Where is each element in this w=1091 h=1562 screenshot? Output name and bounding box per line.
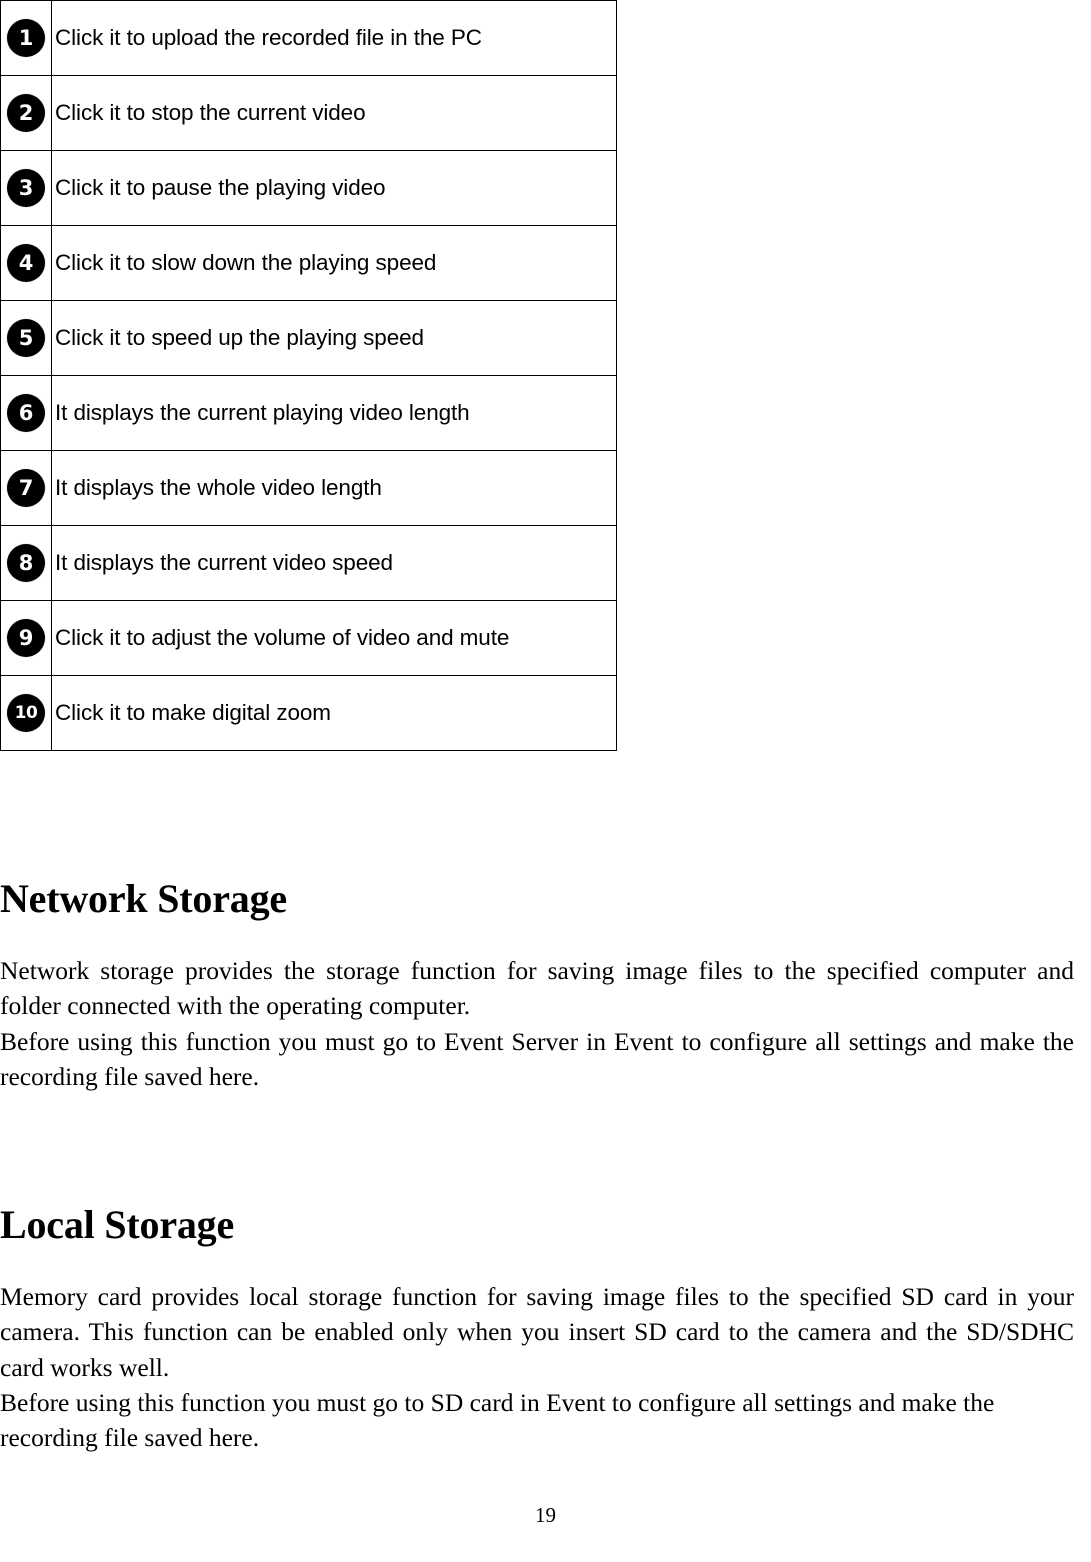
section-heading-network-storage: Network Storage xyxy=(0,875,287,921)
number-badge-icon: 9 xyxy=(7,619,45,657)
legend-number-cell: 8 xyxy=(0,525,52,601)
table-row: 8 It displays the current video speed xyxy=(0,525,617,601)
legend-description-cell: Click it to speed up the playing speed xyxy=(51,300,617,376)
legend-number-cell: 4 xyxy=(0,225,52,301)
legend-description-cell: Click it to make digital zoom xyxy=(51,675,617,751)
number-badge-icon: 1 xyxy=(7,19,45,57)
legend-description-cell: It displays the current playing video le… xyxy=(51,375,617,451)
number-badge-icon: 10 xyxy=(7,694,45,732)
number-badge-icon: 8 xyxy=(7,544,45,582)
legend-number-cell: 5 xyxy=(0,300,52,376)
legend-description-cell: It displays the whole video length xyxy=(51,450,617,526)
legend-description-cell: It displays the current video speed xyxy=(51,525,617,601)
legend-description-cell: Click it to upload the recorded file in … xyxy=(51,0,617,76)
legend-number-cell: 7 xyxy=(0,450,52,526)
page-number: 19 xyxy=(535,1503,556,1527)
section-paragraph-network-storage-2: Before using this function you must go t… xyxy=(0,1026,1074,1092)
table-row: 2 Click it to stop the current video xyxy=(0,75,617,151)
number-badge-icon: 6 xyxy=(7,394,45,432)
table-row: 9 Click it to adjust the volume of video… xyxy=(0,600,617,676)
legend-number-cell: 3 xyxy=(0,150,52,226)
table-row: 10 Click it to make digital zoom xyxy=(0,675,617,751)
legend-number-cell: 1 xyxy=(0,0,52,76)
legend-number-cell: 9 xyxy=(0,600,52,676)
number-badge-icon: 2 xyxy=(7,94,45,132)
playback-controls-legend-table: 1 Click it to upload the recorded file i… xyxy=(0,0,617,751)
legend-description-cell: Click it to adjust the volume of video a… xyxy=(51,600,617,676)
legend-description-cell: Click it to slow down the playing speed xyxy=(51,225,617,301)
legend-table-body: 1 Click it to upload the recorded file i… xyxy=(0,0,617,751)
legend-description-cell: Click it to stop the current video xyxy=(51,75,617,151)
table-row: 5 Click it to speed up the playing speed xyxy=(0,300,617,376)
table-row: 7 It displays the whole video length xyxy=(0,450,617,526)
legend-number-cell: 10 xyxy=(0,675,52,751)
table-row: 1 Click it to upload the recorded file i… xyxy=(0,0,617,76)
section-paragraph-local-storage-1: Memory card provides local storage funct… xyxy=(0,1281,1074,1382)
section-paragraph-network-storage-1: Network storage provides the storage fun… xyxy=(0,955,1074,1021)
document-page: { "legend_table": { "rows": [ { "number"… xyxy=(0,0,1091,1562)
table-row: 4 Click it to slow down the playing spee… xyxy=(0,225,617,301)
table-row: 3 Click it to pause the playing video xyxy=(0,150,617,226)
number-badge-icon: 7 xyxy=(7,469,45,507)
table-row: 6 It displays the current playing video … xyxy=(0,375,617,451)
number-badge-icon: 3 xyxy=(7,169,45,207)
number-badge-icon: 4 xyxy=(7,244,45,282)
section-heading-local-storage: Local Storage xyxy=(0,1201,235,1247)
legend-description-cell: Click it to pause the playing video xyxy=(51,150,617,226)
section-paragraph-local-storage-2: Before using this function you must go t… xyxy=(0,1387,995,1453)
legend-number-cell: 2 xyxy=(0,75,52,151)
legend-number-cell: 6 xyxy=(0,375,52,451)
number-badge-icon: 5 xyxy=(7,319,45,357)
